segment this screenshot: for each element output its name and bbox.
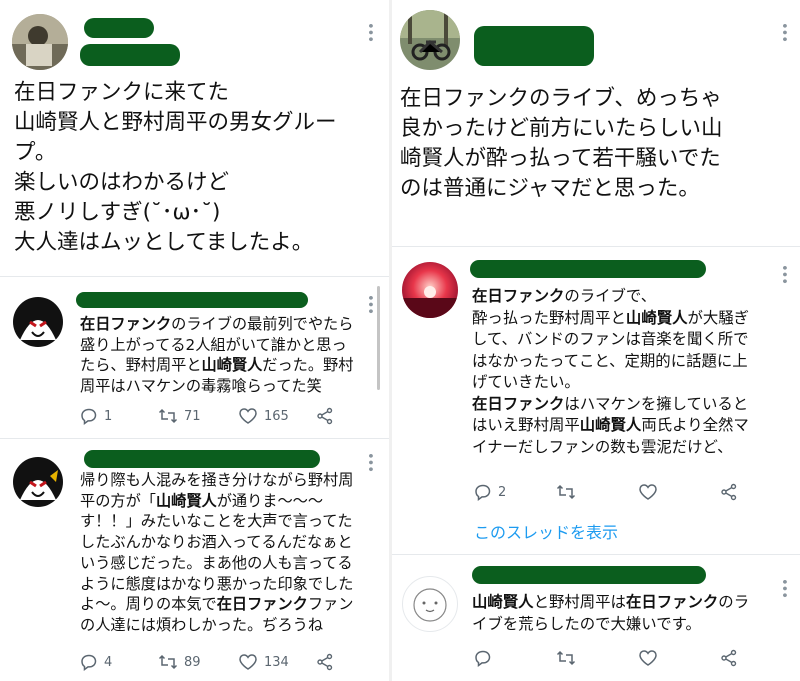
reply-count: 4 — [104, 654, 113, 670]
keyword-highlight: 山崎賢人 — [625, 308, 688, 327]
redacted-username — [76, 292, 308, 308]
scrollbar[interactable] — [377, 286, 380, 390]
user-avatar[interactable] — [12, 14, 68, 70]
reply-actions: 1 71 165 — [80, 407, 380, 425]
retweet-count: 89 — [184, 654, 201, 670]
like-icon — [639, 484, 657, 500]
reply-button[interactable] — [474, 649, 556, 667]
reply-actions: 4 89 134 — [80, 653, 380, 671]
right-screenshot: ••• 在日ファンクのライブ、めっちゃ 良かったけど前方にいたらしい山 崎賢人が… — [392, 0, 800, 681]
redacted-username — [472, 566, 706, 584]
retweet-icon — [556, 484, 576, 500]
reply-count: 1 — [104, 408, 113, 424]
main-tweet-text: 在日ファンクに来てた 山崎賢人と野村周平の男女グルー プ。 楽しいのはわかるけど… — [14, 80, 337, 255]
reply-text: 帰り際も人混みを掻き分けながら野村周 平の方が「山崎賢人が通りま〜〜〜 す！！」… — [80, 471, 354, 634]
keyword-highlight: 在日ファンク — [80, 315, 172, 333]
retweet-count: 71 — [184, 408, 201, 424]
reply-actions — [474, 649, 794, 667]
more-icon[interactable]: ••• — [776, 22, 791, 42]
reply-actions: 2 — [474, 483, 794, 501]
reply-icon — [475, 650, 491, 667]
retweet-icon — [158, 408, 178, 424]
redacted-username — [84, 450, 320, 468]
share-icon — [721, 649, 737, 667]
more-icon[interactable]: ••• — [776, 264, 791, 284]
more-icon[interactable]: ••• — [362, 452, 377, 472]
retweet-button[interactable] — [556, 483, 638, 501]
keyword-highlight: 山崎賢人 — [201, 356, 263, 375]
divider — [0, 276, 389, 277]
like-button[interactable] — [638, 649, 720, 667]
reply-avatar[interactable] — [12, 456, 64, 508]
keyword-highlight: 在日ファンク — [625, 593, 719, 611]
reply-avatar[interactable] — [402, 262, 458, 318]
main-tweet-text: 在日ファンクのライブ、めっちゃ 良かったけど前方にいたらしい山 崎賢人が酔っ払っ… — [400, 86, 723, 201]
reply-button[interactable]: 1 — [80, 407, 158, 425]
user-avatar[interactable] — [400, 10, 460, 70]
share-icon — [721, 483, 737, 501]
retweet-icon — [158, 654, 178, 670]
share-button[interactable] — [316, 407, 334, 425]
reply-button[interactable]: 4 — [80, 653, 158, 671]
reply-text: 在日ファンクのライブの最前列でやたら 盛り上がってる2人組がいて誰かと思っ たら… — [80, 315, 354, 396]
like-icon — [239, 408, 257, 424]
share-button[interactable] — [720, 483, 738, 501]
retweet-button[interactable]: 89 — [158, 653, 238, 671]
more-icon[interactable]: ••• — [362, 294, 377, 314]
reply-count: 2 — [498, 484, 507, 500]
show-thread-link[interactable]: このスレッドを表示 — [474, 519, 618, 543]
reply-button[interactable]: 2 — [474, 483, 556, 501]
retweet-icon — [556, 650, 576, 666]
reply-icon — [81, 408, 97, 425]
retweet-button[interactable]: 71 — [158, 407, 238, 425]
share-button[interactable] — [316, 653, 334, 671]
like-button[interactable]: 134 — [238, 653, 316, 671]
like-count: 165 — [264, 408, 289, 424]
like-icon — [639, 650, 657, 666]
like-button[interactable]: 165 — [238, 407, 316, 425]
reply-text: 山崎賢人と野村周平は在日ファンクのラ イブを荒らしたので大嫌いです。 — [472, 593, 750, 633]
reply-avatar[interactable] — [402, 576, 458, 632]
reply-icon — [81, 654, 97, 671]
keyword-highlight: 山崎賢人 — [155, 491, 217, 510]
redacted-username — [84, 18, 154, 38]
more-icon[interactable]: ••• — [362, 22, 377, 42]
keyword-highlight: 在日ファンク — [472, 394, 565, 413]
keyword-highlight: 山崎賢人 — [472, 593, 534, 611]
reply-text: 在日ファンクのライブで、 酔っ払った野村周平と山崎賢人が大騒ぎ して、バンドのフ… — [472, 287, 750, 456]
like-icon — [239, 654, 257, 670]
share-icon — [317, 653, 333, 671]
like-count: 134 — [264, 654, 289, 670]
keyword-highlight: 在日ファンク — [216, 595, 308, 614]
redacted-username — [474, 26, 594, 66]
keyword-highlight: 在日ファンク — [472, 287, 565, 305]
retweet-button[interactable] — [556, 649, 638, 667]
share-button[interactable] — [720, 649, 738, 667]
divider — [392, 246, 800, 247]
like-button[interactable] — [638, 483, 720, 501]
redacted-username — [470, 260, 706, 278]
share-icon — [317, 407, 333, 425]
reply-avatar[interactable] — [12, 296, 64, 348]
divider — [0, 438, 389, 439]
divider — [392, 554, 800, 555]
left-screenshot: ••• 在日ファンクに来てた 山崎賢人と野村周平の男女グルー プ。 楽しいのはわ… — [0, 0, 389, 681]
redacted-handle — [80, 44, 180, 66]
keyword-highlight: 山崎賢人 — [579, 416, 642, 434]
reply-icon — [475, 484, 491, 501]
